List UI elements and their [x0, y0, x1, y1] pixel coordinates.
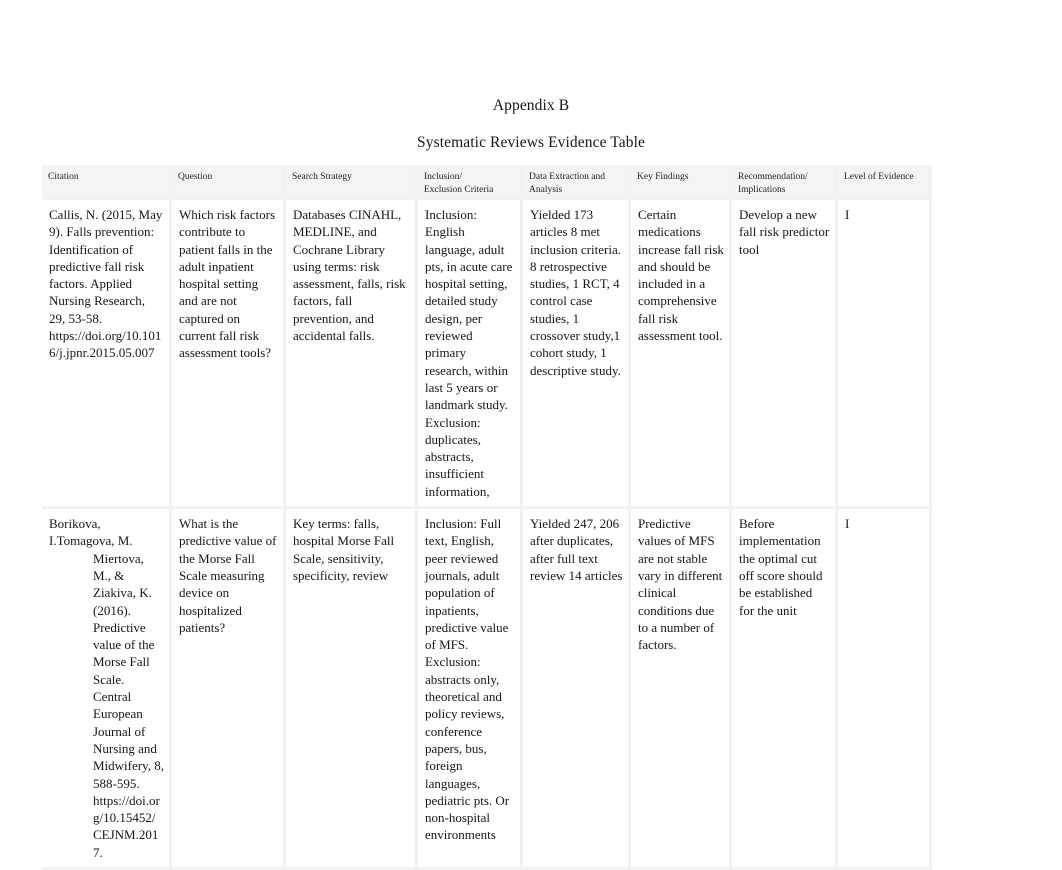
column-header-level-of-evidence-label: Level of Evidence [844, 172, 914, 182]
cell-level-of-evidence: I [838, 200, 932, 510]
column-header-search-strategy: Search Strategy [286, 165, 418, 200]
column-header-criteria: Inclusion/ Exclusion Criteria [418, 165, 523, 200]
cell-key-findings-text: Predictive values of MFS are not stable … [638, 516, 723, 653]
column-header-data-extraction-label: Data Extraction and Analysis [529, 172, 605, 195]
cell-recommendation: Develop a new fall risk predictor tool [732, 200, 838, 510]
cell-level-of-evidence: I [838, 509, 932, 870]
appendix-title: Appendix B [492, 97, 570, 114]
column-header-criteria-label: Inclusion/ Exclusion Criteria [424, 172, 494, 195]
cell-criteria-text: Inclusion: Full text, English, peer revi… [425, 516, 510, 843]
cell-key-findings-text: Certain medications increase fall risk a… [638, 207, 724, 344]
cell-level-of-evidence-text: I [845, 207, 850, 222]
cell-key-findings: Predictive values of MFS are not stable … [631, 509, 732, 870]
cell-criteria: Inclusion: Full text, English, peer revi… [418, 509, 523, 870]
column-header-question-label: Question [178, 172, 213, 182]
citation-hanging-indent: Miertova, M., & Ziakiva, K. (2016). Pred… [93, 550, 165, 860]
evidence-table-container: Citation Question Search Strategy Inclus… [42, 165, 932, 870]
cell-search-strategy-text: Databases CINAHL, MEDLINE, and Cochrane … [293, 207, 406, 344]
citation-author-line: Borikova, I.Tomagova, M. [49, 516, 133, 549]
column-header-key-findings: Key Findings [631, 165, 732, 200]
column-header-key-findings-label: Key Findings [637, 172, 689, 182]
column-header-recommendation: Recommendation/ Implications [732, 165, 838, 200]
cell-recommendation-text: Before implementation the optimal cut of… [739, 516, 823, 618]
systematic-reviews-evidence-table: Citation Question Search Strategy Inclus… [42, 165, 932, 870]
column-header-level-of-evidence: Level of Evidence [838, 165, 932, 200]
document-page: Appendix B Systematic Reviews Evidence T… [0, 0, 1062, 870]
cell-citation: Callis, N. (2015, May 9). Falls preventi… [42, 200, 172, 510]
table-title: Systematic Reviews Evidence Table [417, 134, 645, 151]
cell-criteria: Inclusion: English language, adult pts, … [418, 200, 523, 510]
cell-level-of-evidence-text: I [845, 516, 850, 532]
cell-search-strategy: Key terms: falls, hospital Morse Fall Sc… [286, 509, 418, 870]
cell-question-text: What is the predictive value of the Mors… [179, 516, 277, 635]
column-header-question: Question [172, 165, 286, 200]
column-header-citation: Citation [42, 165, 172, 200]
table-row: Borikova, I.Tomagova, M. Miertova, M., & … [42, 509, 932, 870]
cell-citation: Borikova, I.Tomagova, M. Miertova, M., & … [42, 509, 172, 870]
table-row: Callis, N. (2015, May 9). Falls preventi… [42, 200, 932, 510]
cell-recommendation: Before implementation the optimal cut of… [732, 509, 838, 870]
cell-citation-text: Borikova, I.Tomagova, M. Miertova, M., & … [42, 509, 169, 867]
cell-search-strategy-text: Key terms: falls, hospital Morse Fall Sc… [293, 516, 395, 583]
cell-criteria-text: Inclusion: English language, adult pts, … [425, 207, 513, 499]
column-header-recommendation-label: Recommendation/ Implications [738, 172, 808, 195]
cell-data-extraction: Yielded 247, 206 after duplicates, after… [523, 509, 631, 870]
cell-question-text: Which risk factors contribute to patient… [179, 207, 276, 361]
cell-citation-text: Callis, N. (2015, May 9). Falls preventi… [49, 207, 163, 361]
cell-search-strategy: Databases CINAHL, MEDLINE, and Cochrane … [286, 200, 418, 510]
cell-data-extraction-text: Yielded 173 articles 8 met inclusion cri… [530, 207, 621, 378]
table-header-row: Citation Question Search Strategy Inclus… [42, 165, 932, 200]
column-header-data-extraction: Data Extraction and Analysis [523, 165, 631, 200]
cell-question: What is the predictive value of the Mors… [172, 509, 286, 870]
cell-key-findings: Certain medications increase fall risk a… [631, 200, 732, 510]
cell-data-extraction: Yielded 173 articles 8 met inclusion cri… [523, 200, 631, 510]
column-header-search-strategy-label: Search Strategy [292, 172, 352, 182]
cell-data-extraction-text: Yielded 247, 206 after duplicates, after… [530, 516, 623, 583]
cell-question: Which risk factors contribute to patient… [172, 200, 286, 510]
column-header-citation-label: Citation [48, 172, 79, 182]
cell-recommendation-text: Develop a new fall risk predictor tool [739, 207, 830, 257]
